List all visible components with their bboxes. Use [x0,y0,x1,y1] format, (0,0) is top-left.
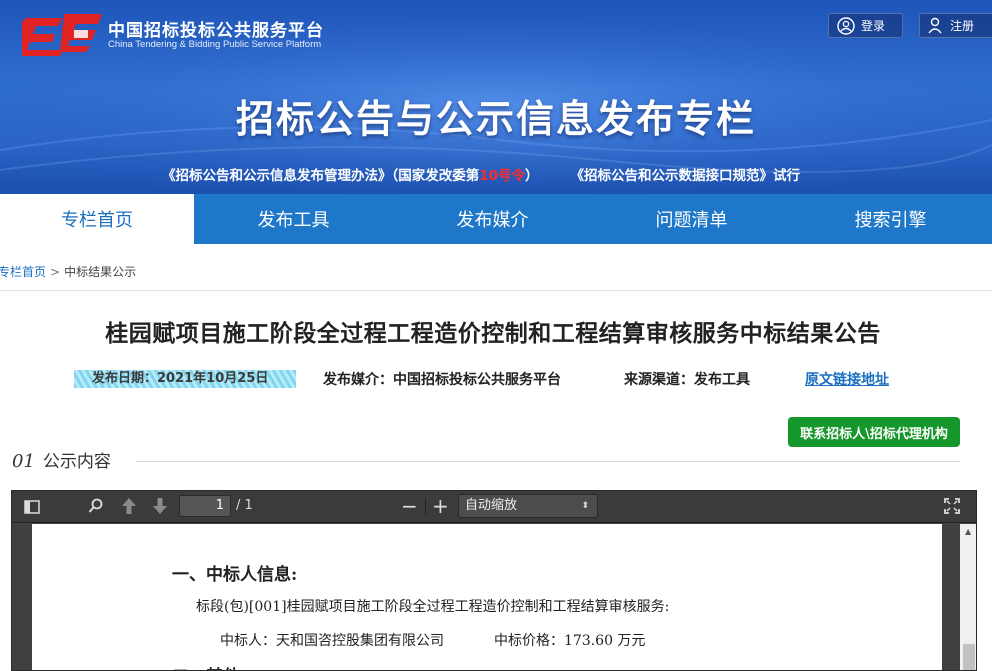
section-label: 公示内容 [42,452,111,472]
nav-item-publish-tools[interactable]: 发布工具 [194,194,393,244]
nav-item-faq[interactable]: 问题清单 [592,194,791,244]
source-channel: 来源渠道：发布工具 [624,372,750,388]
regulation-link-part2: ） [525,168,539,184]
doc-price: 中标价格：173.60 万元 [494,633,646,649]
zoom-in-icon[interactable]: + [432,494,449,518]
register-label: 注册 [950,19,975,33]
brand-name-en: China Tendering & Bidding Public Service… [108,39,322,50]
regulation-notice: 《招标公告和公示信息发布管理办法》（国家发改委第10号令） 《招标公告和公示数据接… [162,164,800,184]
nav-item-search-engine[interactable]: 搜索引擎 [791,194,990,244]
search-icon[interactable] [88,498,104,514]
regulation-number[interactable]: 10号令 [479,168,525,184]
page-number-input[interactable]: 1 [179,495,231,517]
pdf-page: 一、中标人信息: 标段(包)[001]桂园赋项目施工阶段全过程工程造价控制和工程… [32,524,942,670]
breadcrumb-home-link[interactable]: 专栏首页 [0,265,46,279]
breadcrumb-current: 中标结果公示 [64,265,137,279]
doc-winner: 中标人：天和国咨控股集团有限公司 [220,633,444,649]
scroll-up-icon[interactable]: ▲ [965,527,971,536]
publish-date: 发布日期：2021年10月25日 [74,370,296,388]
nav-item-home[interactable]: 专栏首页 [0,194,194,244]
breadcrumb-divider [0,290,992,291]
breadcrumb: 专栏首页 > 中标结果公示 [0,263,136,280]
doc-heading-winner-info: 一、中标人信息: [172,565,298,585]
pdf-scrollbar[interactable]: ▲ [960,524,976,670]
user-circle-icon [837,16,855,35]
sidebar-toggle-icon[interactable] [24,500,40,514]
section-header: 01 公示内容 [12,447,111,472]
next-page-icon[interactable] [152,497,168,515]
platform-logo[interactable] [22,10,106,56]
article-title: 桂园赋项目施工阶段全过程工程造价控制和工程结算审核服务中标结果公告 [105,321,881,347]
publish-media: 发布媒介：中国招标投标公共服务平台 [323,372,561,388]
register-button[interactable]: 注册 [919,13,992,38]
login-label: 登录 [861,19,886,33]
regulation-link-part3[interactable]: 《招标公告和公示数据接口规范》试行 [571,168,801,184]
previous-page-icon[interactable] [121,497,137,515]
main-nav: 专栏首页 发布工具 发布媒介 问题清单 搜索引擎 [0,194,992,244]
pdf-viewer: 1 / 1 − + 自动缩放 ⬍ 一、中标人信息: 标段(包)[001]桂园赋项… [11,490,977,671]
breadcrumb-separator: > [50,265,61,279]
section-divider [136,461,960,462]
zoom-select-value: 自动缩放 [465,498,518,513]
brand-name-cn: 中国招标投标公共服务平台 [108,21,324,41]
page-title: 招标公告与公示信息发布专栏 [235,97,756,141]
doc-lot-line: 标段(包)[001]桂园赋项目施工阶段全过程工程造价控制和工程结算审核服务: [196,599,670,615]
toolbar-separator [425,499,426,515]
zoom-select[interactable]: 自动缩放 ⬍ [458,494,598,518]
section-number: 01 [12,451,35,472]
select-arrows-icon: ⬍ [581,501,589,511]
pdf-toolbar: 1 / 1 − + 自动缩放 ⬍ [12,491,976,523]
nav-item-publish-media[interactable]: 发布媒介 [393,194,592,244]
contact-tenderer-button[interactable]: 联系招标人\招标代理机构 [788,417,960,447]
original-link[interactable]: 原文链接地址 [805,369,889,389]
zoom-out-icon[interactable]: − [401,494,418,518]
doc-winner-line: 中标人：天和国咨控股集团有限公司 中标价格：173.60 万元 [220,630,645,650]
scrollbar-thumb[interactable] [963,644,975,670]
login-button[interactable]: 登录 [828,13,903,38]
user-add-icon [928,17,942,33]
page-total: / 1 [236,498,253,513]
doc-heading-other: 二、其他： [172,662,257,670]
fullscreen-icon[interactable] [944,498,960,514]
header-banner: 中国招标投标公共服务平台 China Tendering & Bidding P… [0,0,992,194]
regulation-link-part1[interactable]: 《招标公告和公示信息发布管理办法》（国家发改委第 [162,168,479,184]
